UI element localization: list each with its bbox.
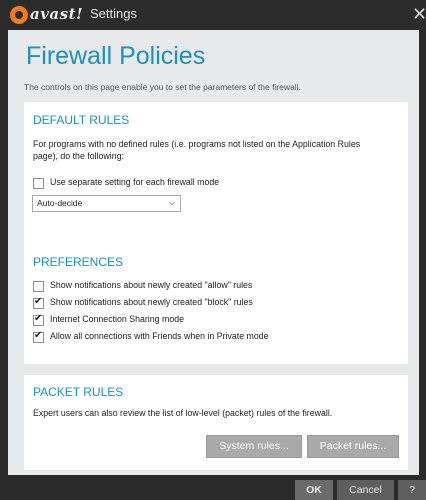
friends-private-label: Allow all connections with Friends when … — [50, 331, 269, 341]
default-rules-description-line2: page), do the following: — [33, 151, 124, 161]
ics-mode-label: Internet Connection Sharing mode — [50, 314, 184, 324]
block-notifications-checkbox[interactable] — [33, 296, 44, 309]
ok-button[interactable]: OK — [295, 480, 333, 500]
close-icon[interactable]: ✕ — [412, 5, 426, 25]
packet-rules-title: PACKET RULES — [33, 385, 124, 399]
preferences-title: PREFERENCES — [33, 255, 124, 269]
block-notifications-label: Show notifications about newly created "… — [50, 297, 253, 307]
allow-notifications-label: Show notifications about newly created "… — [50, 280, 253, 290]
cancel-button[interactable]: Cancel — [337, 480, 394, 500]
settings-content: Firewall Policies The controls on this p… — [8, 30, 419, 475]
separate-setting-label: Use separate setting for each firewall m… — [50, 177, 220, 187]
allow-notifications-checkbox[interactable] — [33, 281, 44, 292]
default-rules-title: DEFAULT RULES — [33, 113, 130, 127]
avast-ball-icon — [10, 6, 28, 24]
page-title: Firewall Policies — [26, 42, 206, 70]
help-button[interactable]: ? — [398, 480, 426, 500]
packet-rules-description: Expert users can also review the list of… — [33, 408, 333, 418]
page-description: The controls on this page enable you to … — [24, 82, 301, 92]
packet-rules-button[interactable]: Packet rules... — [307, 435, 399, 458]
preferences-panel: PREFERENCES Show notifications about new… — [24, 244, 408, 364]
default-mode-select[interactable]: Auto-decide ⌵ — [32, 195, 181, 212]
default-mode-value: Auto-decide — [37, 198, 83, 208]
system-rules-button[interactable]: System rules... — [206, 435, 302, 458]
default-rules-panel: DEFAULT RULES For programs with no defin… — [24, 102, 408, 247]
friends-private-checkbox[interactable] — [33, 330, 44, 343]
default-rules-description-line1: For programs with no defined rules (i.e.… — [33, 139, 361, 149]
dialog-footer: OK Cancel ? — [0, 475, 426, 500]
separate-setting-checkbox[interactable] — [33, 178, 44, 189]
window-title: Settings — [90, 6, 137, 21]
chevron-down-icon: ⌵ — [168, 198, 175, 207]
avast-logo: avast! — [10, 5, 84, 25]
packet-rules-panel: PACKET RULES Expert users can also revie… — [24, 375, 408, 470]
title-bar: avast! Settings ✕ — [0, 0, 426, 30]
ics-mode-checkbox[interactable] — [33, 313, 44, 326]
logo-text: avast! — [30, 5, 84, 23]
